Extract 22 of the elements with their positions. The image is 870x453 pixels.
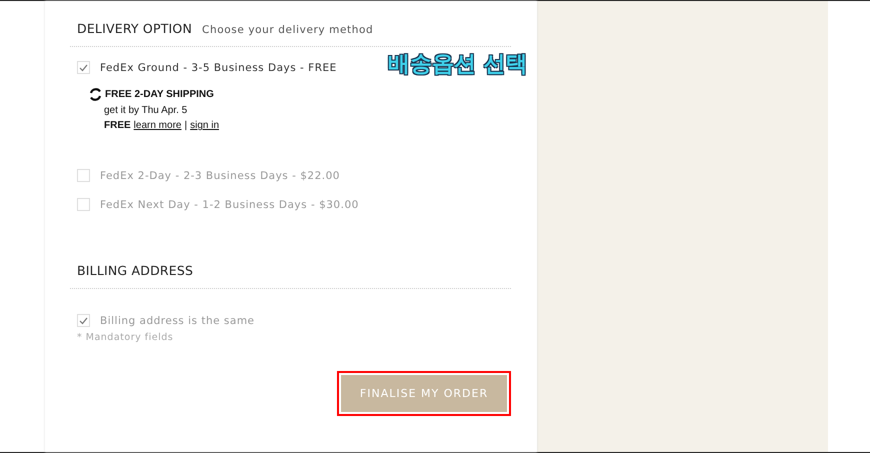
section-subtitle: Choose your delivery method [202,24,374,36]
option-label: FedEx Next Day - 1-2 Business Days - $30.00 [100,198,359,210]
option-label: FedEx 2-Day - 2-3 Business Days - $22.00 [100,170,340,182]
checkbox[interactable] [77,169,90,182]
check-icon [79,316,88,324]
section-title: BILLING ADDRESS [77,263,194,278]
checkbox[interactable] [77,314,90,327]
sync-icon [89,88,102,101]
section-title: DELIVERY OPTION [77,21,192,36]
learn-more-link[interactable]: learn more [134,120,182,131]
option-label: Billing address is the same [100,314,255,326]
promo-text: get it by Thu Apr. 5 [104,105,188,116]
promo-title: FREE 2-DAY SHIPPING [105,89,214,100]
check-icon [79,64,88,72]
checkbox[interactable] [77,198,90,211]
separator: | [184,120,188,131]
checkbox[interactable] [77,61,90,74]
sign-in-link[interactable]: sign in [190,120,219,131]
promo-free: FREE [104,120,131,131]
mandatory-note: * Mandatory fields [76,332,174,343]
annotation-text: 배송옵션 선택 [388,51,528,79]
option-label: FedEx Ground - 3-5 Business Days - FREE [100,62,337,74]
